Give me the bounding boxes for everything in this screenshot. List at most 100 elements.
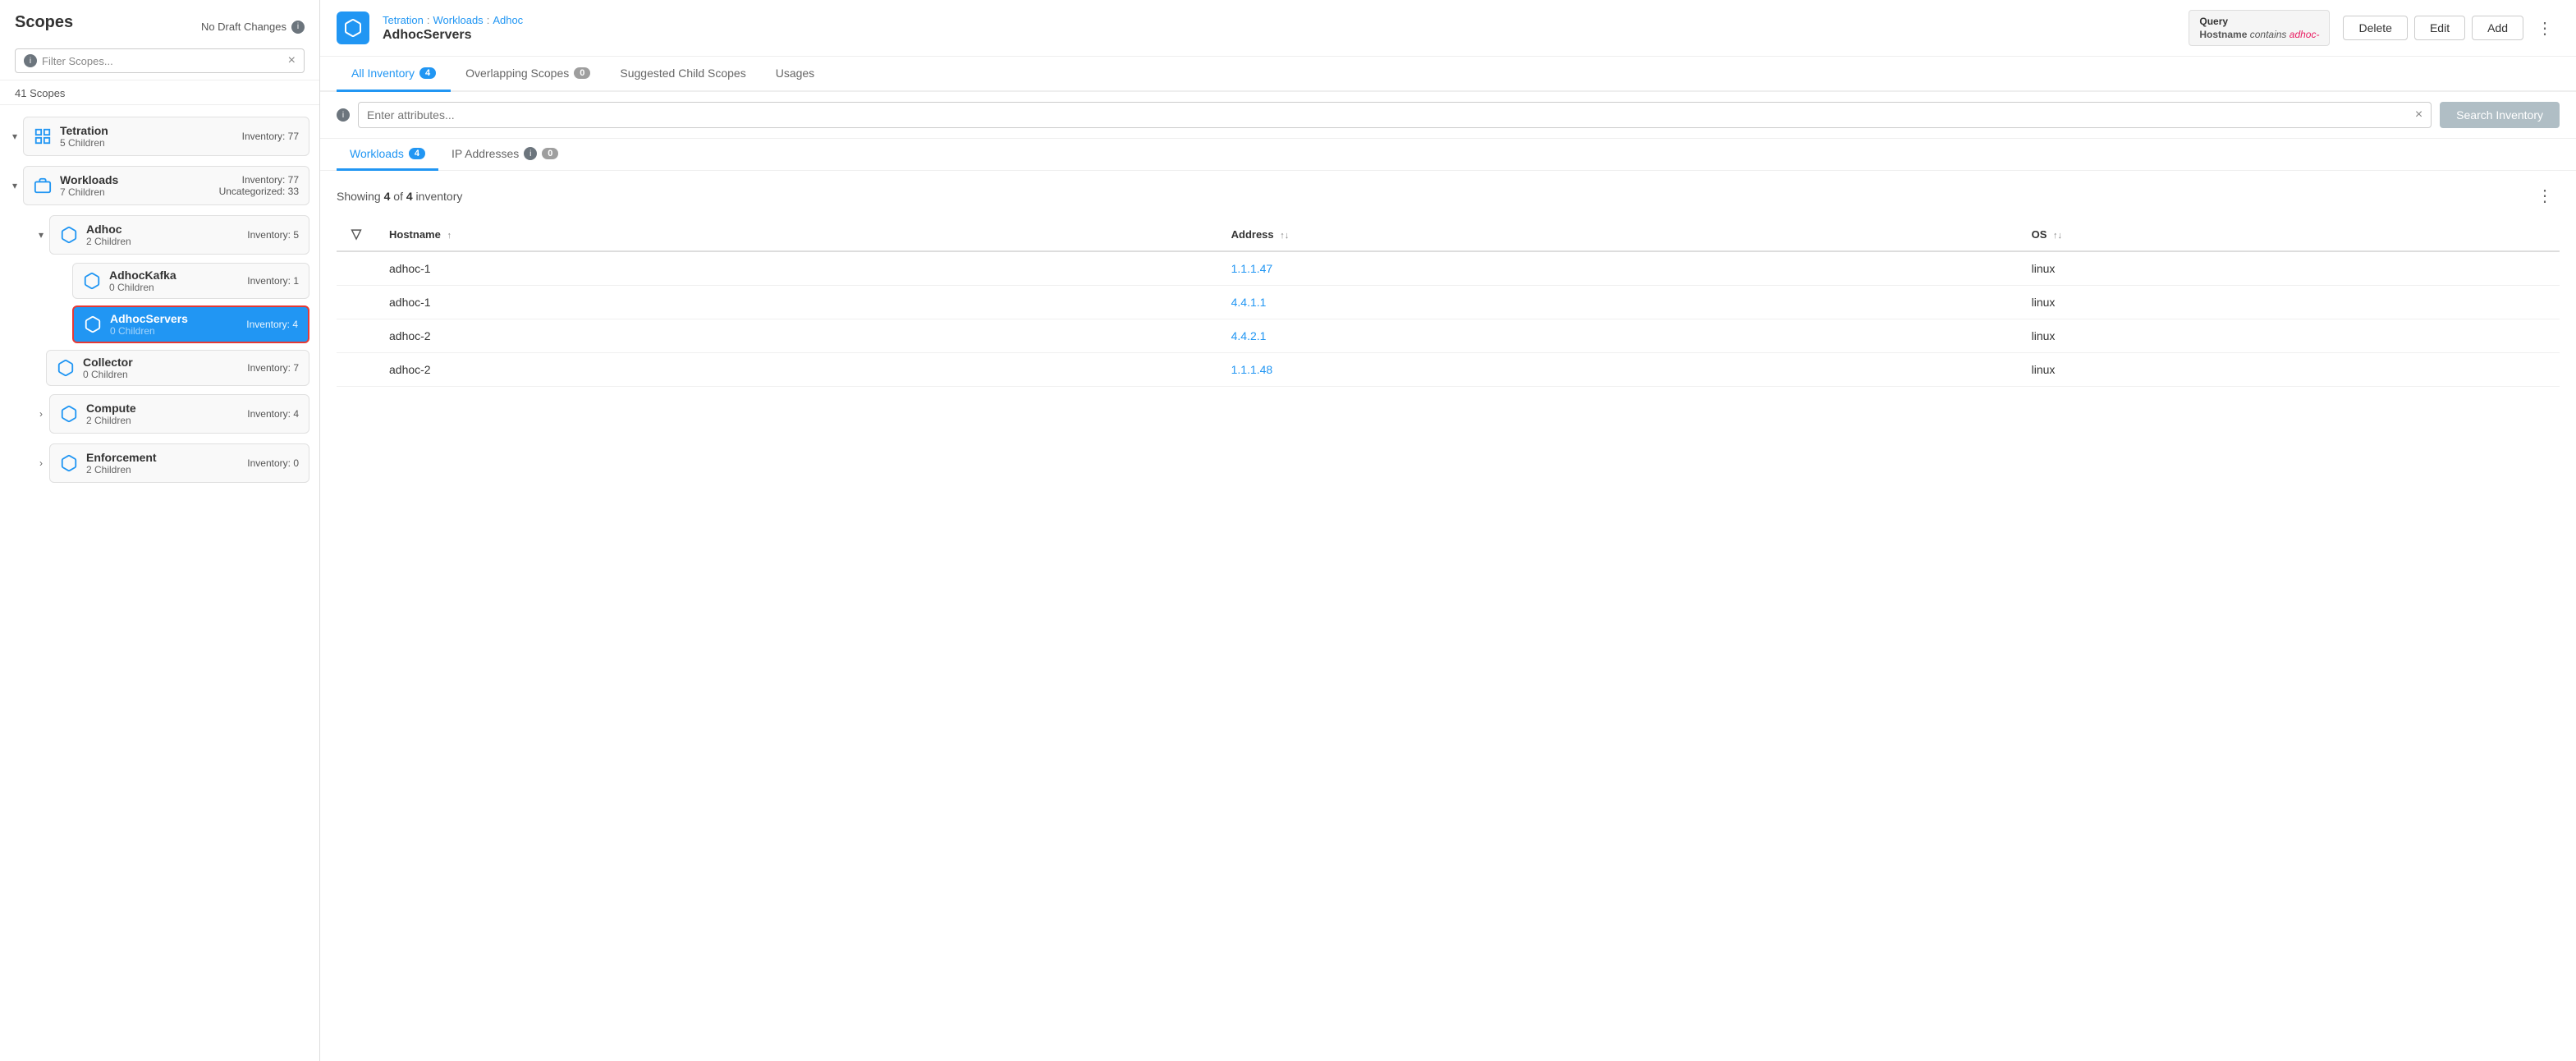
row-address-0[interactable]: 1.1.1.47 <box>1218 251 2019 286</box>
no-draft-info-icon: i <box>291 21 305 34</box>
row-os-1: linux <box>2019 286 2560 319</box>
scope-card-adhockafka[interactable]: AdhocKafka 0 Children Inventory: 1 <box>72 263 309 299</box>
scope-children-tetration: 5 Children <box>60 137 234 149</box>
sidebar-title: Scopes <box>15 13 73 32</box>
delete-button[interactable]: Delete <box>2343 16 2407 40</box>
filter-icon[interactable]: ▽ <box>351 227 361 241</box>
scope-card-adhocservers[interactable]: AdhocServers 0 Children Inventory: 4 <box>72 305 309 343</box>
query-label: Query <box>2199 16 2319 27</box>
more-options-button[interactable]: ⋮ <box>2530 15 2560 42</box>
sidebar-content: ▾ Tetration 5 Children Inventory: 77 <box>0 105 319 1061</box>
row-filter-cell-2 <box>337 319 376 353</box>
scope-row-adhocservers[interactable]: AdhocServers 0 Children Inventory: 4 <box>53 302 319 347</box>
scope-card-collector[interactable]: Collector 0 Children Inventory: 7 <box>46 350 309 386</box>
row-os-0: linux <box>2019 251 2560 286</box>
col-os[interactable]: OS ↑↓ <box>2019 218 2560 251</box>
scope-children-workloads: 7 Children <box>60 186 211 198</box>
sub-tab-ip-addresses[interactable]: IP Addresses i 0 <box>438 139 571 171</box>
scope-children-adhockafka: 0 Children <box>109 282 239 293</box>
scope-inventory-workloads: Inventory: 77 <box>219 174 299 186</box>
search-inventory-button[interactable]: Search Inventory <box>2440 102 2560 128</box>
tab-overlapping-scopes[interactable]: Overlapping Scopes 0 <box>451 57 605 92</box>
scope-children-adhocservers: 0 Children <box>110 325 238 337</box>
breadcrumb-workloads[interactable]: Workloads <box>433 14 484 26</box>
table-row: adhoc-2 1.1.1.48 linux <box>337 353 2560 387</box>
scope-row-tetration[interactable]: ▾ Tetration 5 Children Inventory: 77 <box>0 112 319 161</box>
tab-all-inventory[interactable]: All Inventory 4 <box>337 57 451 92</box>
search-clear-button[interactable]: × <box>2415 108 2422 122</box>
scope-row-enforcement[interactable]: › Enforcement 2 Children Inventory: 0 <box>26 439 319 488</box>
table-row: adhoc-1 4.4.1.1 linux <box>337 286 2560 319</box>
query-value: Hostname contains adhoc- <box>2199 29 2319 40</box>
cube-icon-compute <box>60 405 78 423</box>
row-address-3[interactable]: 1.1.1.48 <box>1218 353 2019 387</box>
sub-tab-badge-ip: 0 <box>542 148 558 159</box>
chevron-adhoc[interactable]: ▾ <box>33 229 49 241</box>
table-more-button[interactable]: ⋮ <box>2530 182 2560 209</box>
no-draft-label: No Draft Changes i <box>201 21 305 34</box>
col-address[interactable]: Address ↑↓ <box>1218 218 2019 251</box>
col-hostname[interactable]: Hostname ↑ <box>376 218 1218 251</box>
top-actions: Delete Edit Add ⋮ <box>2343 15 2560 42</box>
cube-icon-enforcement <box>60 454 78 472</box>
filter-icon-header: ▽ <box>337 218 376 251</box>
table-area: Showing 4 of 4 inventory ⋮ ▽ Hostname ↑ <box>320 171 2576 1061</box>
add-button[interactable]: Add <box>2472 16 2523 40</box>
scope-row-compute[interactable]: › Compute 2 Children Inventory: 4 <box>26 389 319 439</box>
cube-icon-adhoc <box>60 226 78 244</box>
scope-name-adhockafka: AdhocKafka <box>109 269 239 282</box>
row-address-2[interactable]: 4.4.2.1 <box>1218 319 2019 353</box>
scope-count: 41 Scopes <box>0 80 319 105</box>
scope-children-adhoc: 2 Children <box>86 236 239 247</box>
query-term: adhoc- <box>2290 29 2320 40</box>
row-os-2: linux <box>2019 319 2560 353</box>
row-filter-cell-1 <box>337 286 376 319</box>
scope-row-collector[interactable]: Collector 0 Children Inventory: 7 <box>26 347 319 389</box>
workloads-children: ▾ Adhoc 2 Children Inventory: 5 <box>0 210 319 488</box>
sub-tab-workloads[interactable]: Workloads 4 <box>337 139 438 171</box>
adhoc-children: AdhocKafka 0 Children Inventory: 1 <box>26 260 319 347</box>
scope-name-tetration: Tetration <box>60 124 234 137</box>
scope-inventory-compute: Inventory: 4 <box>247 408 299 420</box>
scope-inventory-adhoc: Inventory: 5 <box>247 229 299 241</box>
chevron-compute[interactable]: › <box>33 408 49 420</box>
scope-name-workloads: Workloads <box>60 173 211 186</box>
row-os-3: linux <box>2019 353 2560 387</box>
scope-row-adhockafka[interactable]: AdhocKafka 0 Children Inventory: 1 <box>53 260 319 302</box>
search-info-icon: i <box>337 108 350 122</box>
filter-bar[interactable]: i × <box>15 48 305 73</box>
breadcrumb-adhoc[interactable]: Adhoc <box>493 14 523 26</box>
filter-input[interactable] <box>42 55 283 67</box>
scope-uncategorized-workloads: Uncategorized: 33 <box>219 186 299 197</box>
chevron-enforcement[interactable]: › <box>33 457 49 469</box>
row-filter-cell-0 <box>337 251 376 286</box>
tab-suggested-child-scopes[interactable]: Suggested Child Scopes <box>605 57 760 92</box>
breadcrumb-tetration[interactable]: Tetration <box>383 14 424 26</box>
scope-name-enforcement: Enforcement <box>86 451 239 464</box>
scope-card-compute[interactable]: Compute 2 Children Inventory: 4 <box>49 394 309 434</box>
sub-tab-badge-workloads: 4 <box>409 148 425 159</box>
tab-usages[interactable]: Usages <box>761 57 829 92</box>
scope-row-adhoc[interactable]: ▾ Adhoc 2 Children Inventory: 5 <box>26 210 319 260</box>
scope-card-workloads[interactable]: Workloads 7 Children Inventory: 77 Uncat… <box>23 166 309 205</box>
scope-name-adhocservers: AdhocServers <box>110 312 238 325</box>
scope-name-collector: Collector <box>83 356 239 369</box>
scope-card-adhoc[interactable]: Adhoc 2 Children Inventory: 5 <box>49 215 309 255</box>
chevron-workloads[interactable]: ▾ <box>7 180 23 191</box>
scope-row-workloads[interactable]: ▾ Workloads 7 Children Inventory: 77 Unc… <box>0 161 319 210</box>
search-input[interactable] <box>367 108 2409 122</box>
scope-card-enforcement[interactable]: Enforcement 2 Children Inventory: 0 <box>49 443 309 483</box>
filter-info-icon: i <box>24 54 37 67</box>
search-input-wrap[interactable]: × <box>358 102 2432 128</box>
query-box: Query Hostname contains adhoc- <box>2189 10 2330 46</box>
chevron-tetration[interactable]: ▾ <box>7 131 23 142</box>
scope-inventory-tetration: Inventory: 77 <box>242 131 299 142</box>
scope-inventory-adhocservers: Inventory: 4 <box>246 319 298 330</box>
edit-button[interactable]: Edit <box>2414 16 2465 40</box>
scope-card-tetration[interactable]: Tetration 5 Children Inventory: 77 <box>23 117 309 156</box>
cube-icon-adhocservers <box>84 315 102 333</box>
search-bar: i × Search Inventory <box>320 92 2576 139</box>
inventory-table: ▽ Hostname ↑ Address ↑↓ OS ↑↓ <box>337 218 2560 387</box>
row-address-1[interactable]: 4.4.1.1 <box>1218 286 2019 319</box>
filter-clear-button[interactable]: × <box>288 54 296 67</box>
